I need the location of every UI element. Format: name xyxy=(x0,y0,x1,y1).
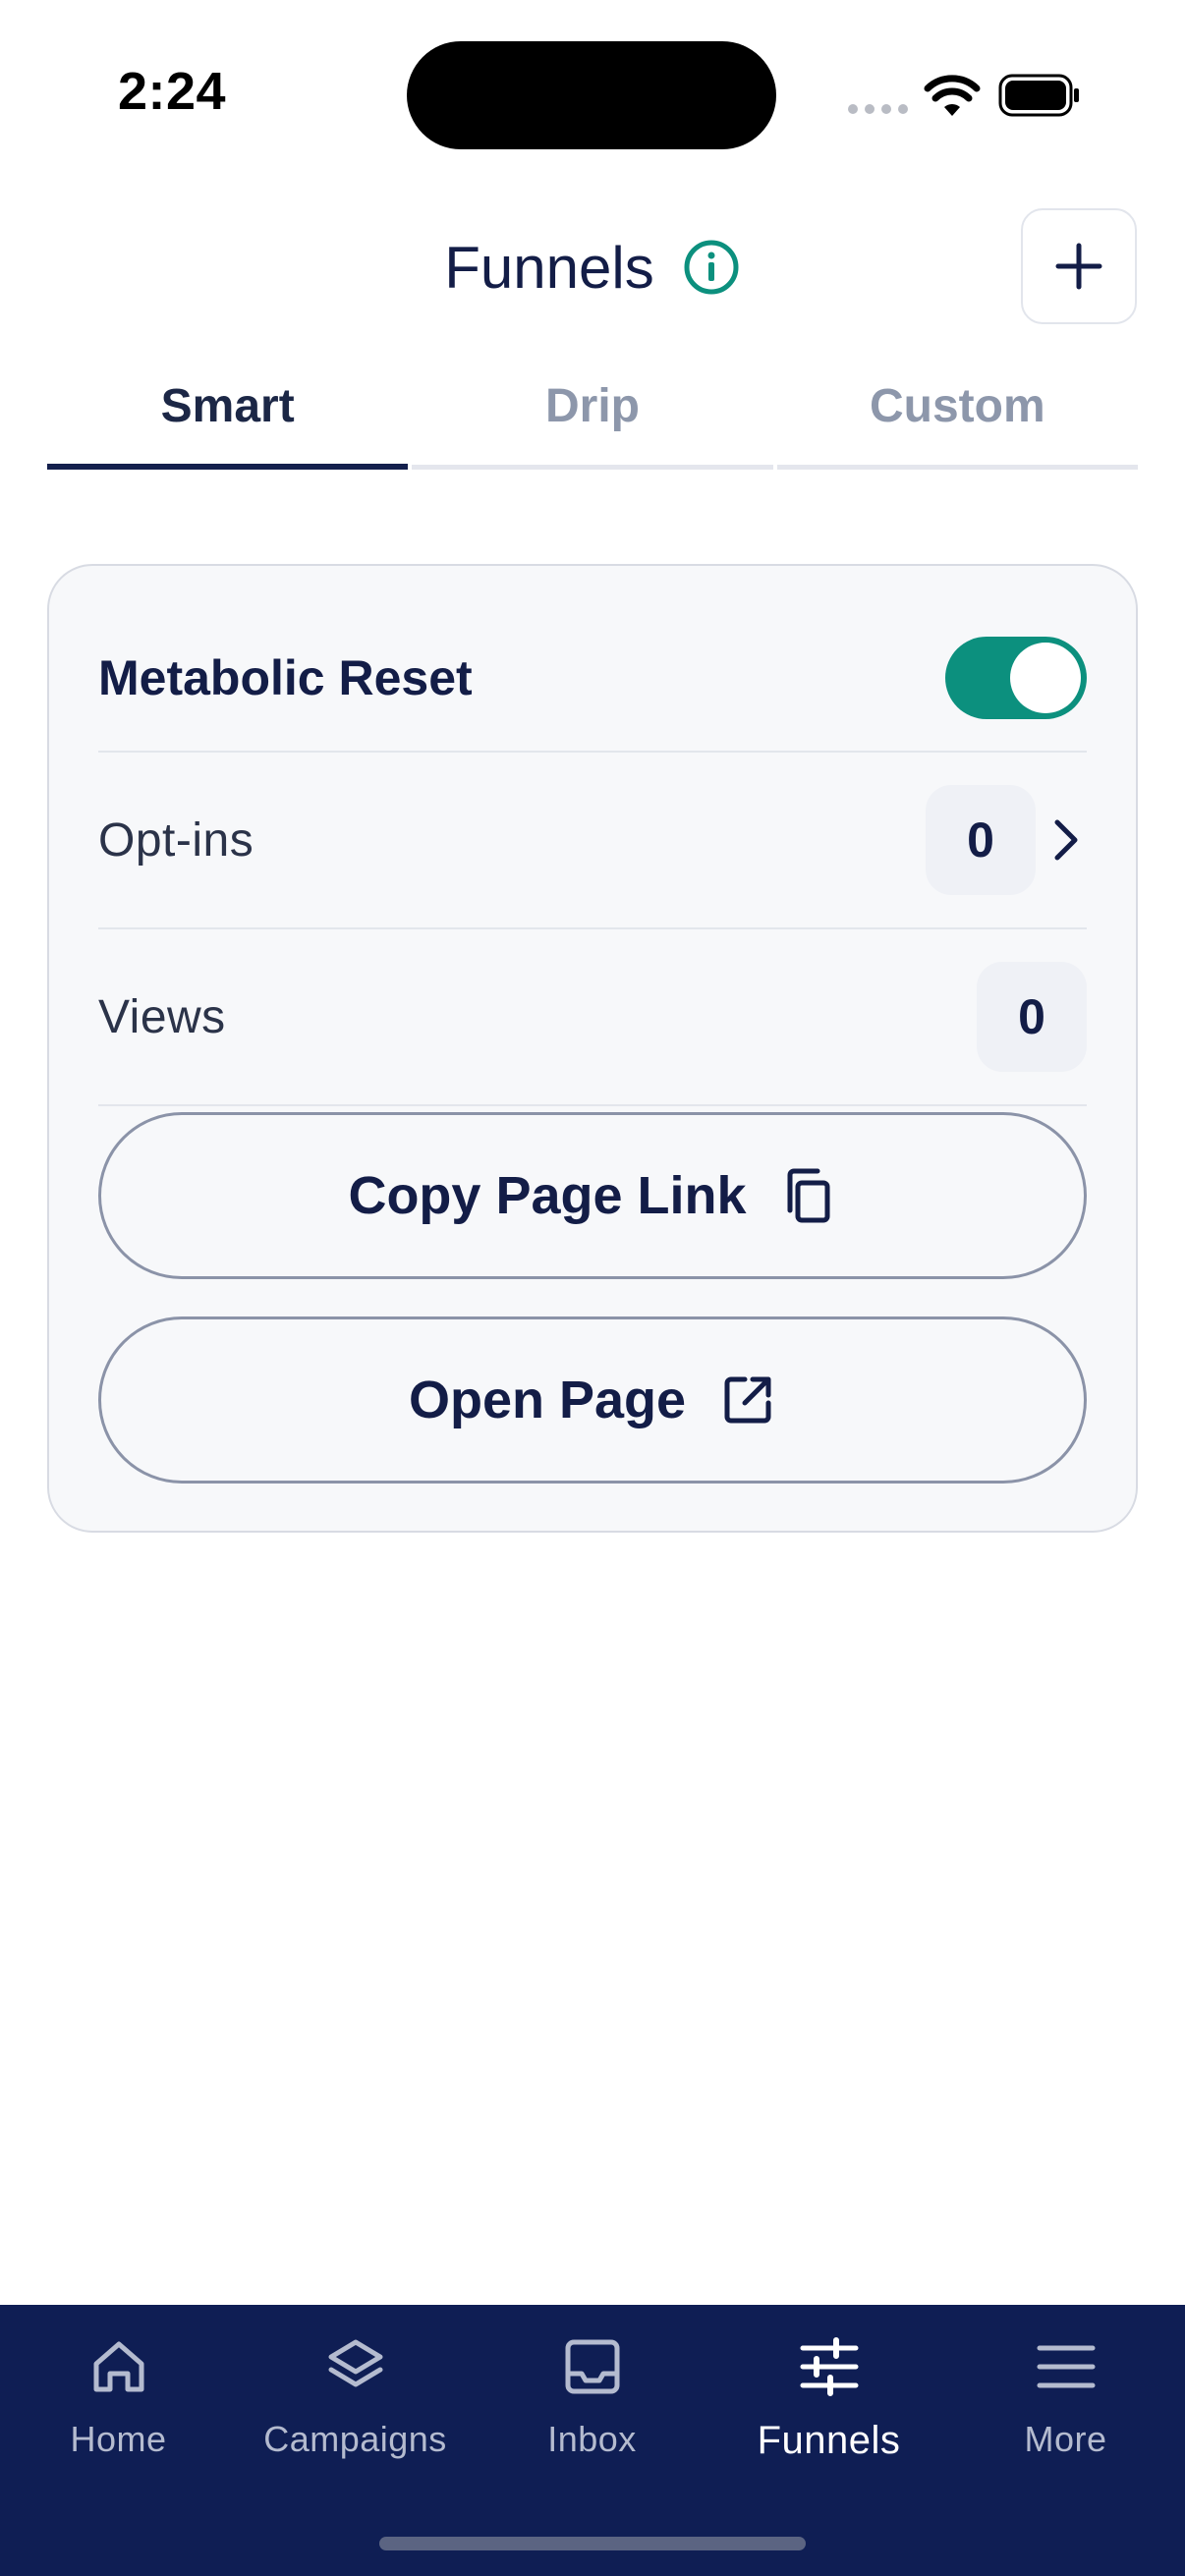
open-page-label: Open Page xyxy=(408,1371,687,1429)
inbox-icon xyxy=(565,2339,619,2394)
wifi-icon xyxy=(924,75,981,116)
nav-more-label: More xyxy=(1024,2419,1107,2459)
nav-inbox[interactable]: Inbox xyxy=(474,2334,710,2482)
nav-campaigns[interactable]: Campaigns xyxy=(237,2334,474,2482)
add-funnel-button[interactable] xyxy=(1021,208,1137,324)
status-time: 2:24 xyxy=(118,62,227,121)
views-row: Views 0 xyxy=(98,929,1087,1106)
home-icon xyxy=(93,2341,143,2392)
menu-icon xyxy=(1037,2345,1095,2388)
nav-campaigns-label: Campaigns xyxy=(263,2419,447,2459)
optins-row[interactable]: Opt-ins 0 xyxy=(98,753,1087,929)
copy-page-link-label: Copy Page Link xyxy=(348,1166,747,1225)
nav-inbox-label: Inbox xyxy=(547,2419,637,2459)
tab-smart[interactable]: Smart xyxy=(47,364,409,470)
sliders-icon xyxy=(800,2337,858,2396)
optins-value: 0 xyxy=(926,785,1036,895)
info-icon[interactable] xyxy=(682,238,741,297)
nav-more[interactable]: More xyxy=(947,2334,1184,2482)
funnel-type-tabs: Smart Drip Custom xyxy=(47,364,1138,470)
nav-funnels-label: Funnels xyxy=(757,2419,901,2462)
optins-value-group: 0 xyxy=(926,785,1087,895)
chevron-right-icon xyxy=(1054,819,1078,861)
tab-custom[interactable]: Custom xyxy=(776,364,1138,470)
funnels-screen: 2:24 Funnels Smart Drip Custom Metabolic… xyxy=(0,0,1185,2576)
page-header: Funnels xyxy=(0,228,1185,307)
battery-icon xyxy=(998,74,1079,117)
dynamic-island xyxy=(407,41,776,149)
page-title: Funnels xyxy=(444,234,654,301)
nav-home-label: Home xyxy=(70,2419,167,2459)
nav-funnels[interactable]: Funnels xyxy=(710,2334,947,2482)
open-page-button[interactable]: Open Page xyxy=(98,1316,1087,1484)
copy-icon xyxy=(787,1168,830,1223)
plus-icon xyxy=(1055,243,1102,290)
toggle-knob xyxy=(1010,643,1081,713)
home-indicator[interactable] xyxy=(379,2537,806,2550)
layers-icon xyxy=(328,2339,382,2387)
cellular-signal-icon xyxy=(848,104,908,114)
tab-drip[interactable]: Drip xyxy=(412,364,773,470)
views-value: 0 xyxy=(977,962,1087,1072)
funnel-card: Metabolic Reset Opt-ins 0 Views 0 Copy P… xyxy=(47,564,1138,1533)
funnel-enabled-toggle[interactable] xyxy=(945,637,1087,719)
external-link-icon xyxy=(724,1376,771,1424)
copy-page-link-button[interactable]: Copy Page Link xyxy=(98,1112,1087,1279)
funnel-name: Metabolic Reset xyxy=(98,650,473,705)
bottom-navigation: Home Campaigns Inbox Funnels More xyxy=(0,2305,1185,2576)
optins-label: Opt-ins xyxy=(98,813,254,867)
views-label: Views xyxy=(98,990,226,1043)
funnel-card-header: Metabolic Reset xyxy=(98,605,1087,753)
nav-home[interactable]: Home xyxy=(0,2334,237,2482)
